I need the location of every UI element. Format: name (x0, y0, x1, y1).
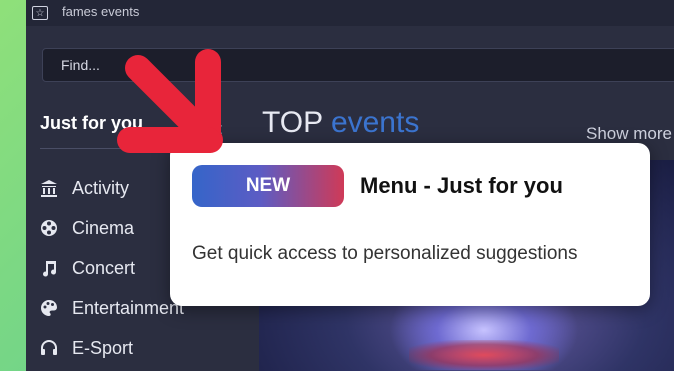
landmark-icon (38, 177, 60, 199)
search-placeholder: Find... (61, 57, 100, 73)
popup-description: Get quick access to personalized suggest… (192, 243, 578, 264)
sidebar-title[interactable]: Just for you (40, 113, 143, 134)
feature-tooltip-popup[interactable]: NEW Menu - Just for you Get quick access… (170, 143, 650, 306)
search-field[interactable]: Find... (42, 48, 674, 82)
palette-icon (38, 297, 60, 319)
title-bar: ☆ fames events (26, 0, 674, 26)
new-badge: NEW (192, 165, 344, 207)
sidebar-item-label: E-Sport (72, 337, 134, 358)
stage-red-light (409, 340, 559, 370)
page-title-part2: events (330, 106, 420, 139)
page-title-part1: TOP (262, 106, 323, 139)
music-note-icon (38, 257, 60, 279)
chevron-left-icon[interactable]: ‹ (216, 118, 223, 141)
sidebar-item-label: Cinema (72, 217, 135, 238)
sidebar-item-label: Entertainment (72, 297, 185, 318)
star-icon: ☆ (32, 6, 48, 20)
sidebar-item-label: Activity (72, 177, 130, 198)
film-reel-icon (38, 217, 60, 239)
page-title: TOP events (262, 106, 419, 140)
window-title: fames events (62, 4, 140, 19)
show-more-link[interactable]: Show more (586, 124, 672, 144)
headset-icon (38, 337, 60, 359)
popup-title: Menu - Just for you (360, 173, 563, 198)
sidebar-item-label: Concert (72, 257, 136, 278)
sidebar-item-esport[interactable]: E-Sport (38, 328, 228, 368)
